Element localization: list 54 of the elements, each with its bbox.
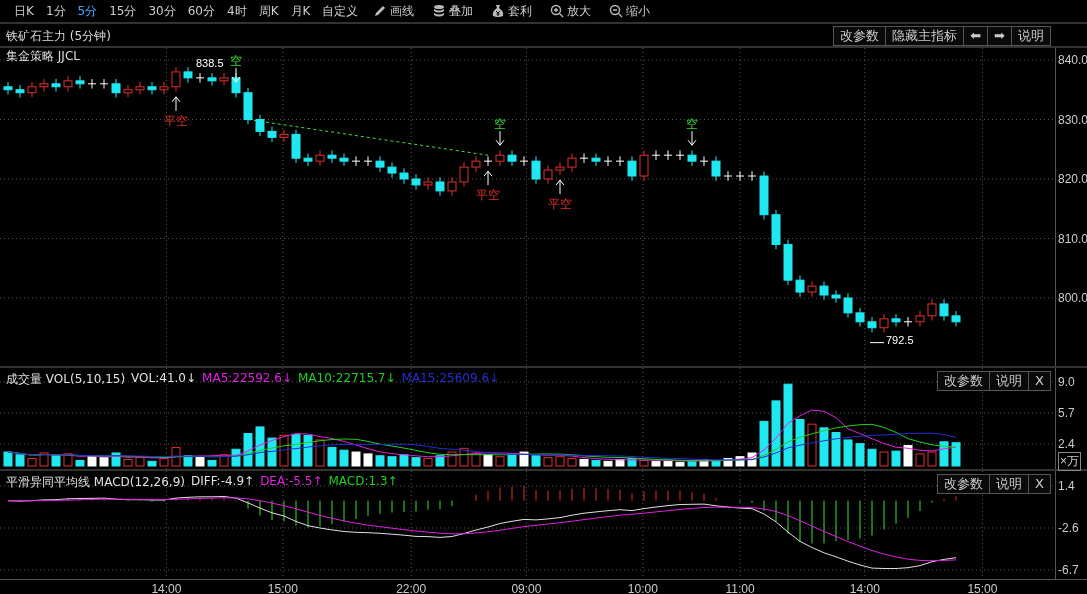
signal-label: 空: [230, 54, 242, 68]
signal-label: 平空: [164, 113, 188, 128]
price-label: 838.5: [196, 56, 224, 69]
indicator-label: 集金策略 JJCL: [6, 48, 80, 65]
toolbar-button[interactable]: 叠加: [423, 2, 483, 20]
toolbar-button[interactable]: 缩小: [600, 2, 660, 20]
signal-label: 平空: [476, 188, 500, 203]
axis-label: -6.7: [1058, 563, 1079, 577]
axis-label: 800.0: [1058, 291, 1087, 305]
axis-label: 1.4: [1058, 479, 1075, 493]
signal-label: 平空: [548, 197, 572, 212]
axis-label: -2.6: [1058, 521, 1079, 535]
unit-label: ×万: [1058, 452, 1081, 471]
axis-label: 9.0: [1058, 375, 1075, 389]
time-label: 09:00: [511, 582, 542, 594]
time-label: 14:00: [151, 582, 182, 594]
indicator-value: MACD:1.3↑: [328, 474, 398, 490]
indicator-value: MA10:22715.7↓: [298, 371, 396, 387]
time-label: 11:00: [725, 582, 755, 594]
period-tab[interactable]: 15分: [103, 2, 143, 20]
time-label: 22:00: [396, 582, 427, 594]
toolbar-button[interactable]: 套利: [482, 2, 542, 20]
period-tab[interactable]: 日K: [8, 2, 40, 20]
period-tab[interactable]: 60分: [181, 2, 221, 20]
period-tab[interactable]: 30分: [142, 2, 182, 20]
period-tab[interactable]: 1分: [39, 2, 72, 20]
period-tab[interactable]: 5分: [71, 2, 104, 20]
axis-label: 820.0: [1058, 172, 1087, 186]
signal-label: 空: [686, 117, 698, 132]
axis-label: 830.0: [1058, 112, 1087, 127]
indicator-name: 成交量 VOL(5,10,15): [6, 371, 126, 388]
period-tab[interactable]: 4时: [221, 2, 253, 20]
indicator-value: DIFF:-4.9↑: [190, 474, 255, 490]
toolbar-button[interactable]: 放大: [541, 2, 601, 20]
indicator-value: VOL:41.0↓: [131, 371, 197, 387]
price-label: 792.5: [886, 333, 914, 346]
period-tab[interactable]: 周K: [252, 2, 285, 20]
toolbar-button[interactable]: 画线: [364, 2, 424, 20]
indicator-value: MA15:25609.6↓: [401, 371, 500, 387]
indicator-value: DEA:-5.5↑: [260, 474, 323, 490]
axis-label: 5.7: [1058, 406, 1075, 420]
indicator-value: MA5:22592.6↓: [202, 371, 292, 387]
time-label: 10:00: [627, 582, 658, 594]
signal-label: 空: [494, 117, 506, 132]
axis-label: 2.4: [1058, 437, 1075, 451]
period-tab[interactable]: 月K: [284, 2, 317, 20]
time-label: 14:00: [849, 582, 880, 594]
time-label: 15:00: [267, 582, 298, 594]
time-label: 15:00: [967, 582, 998, 594]
axis-label: 840.0: [1058, 53, 1087, 67]
chart-title: 铁矿石主力 (5分钟): [6, 28, 111, 45]
period-tab[interactable]: 自定义: [316, 2, 365, 20]
axis-label: 810.0: [1058, 231, 1087, 246]
indicator-name: 平滑异同平均线 MACD(12,26,9): [6, 474, 185, 491]
